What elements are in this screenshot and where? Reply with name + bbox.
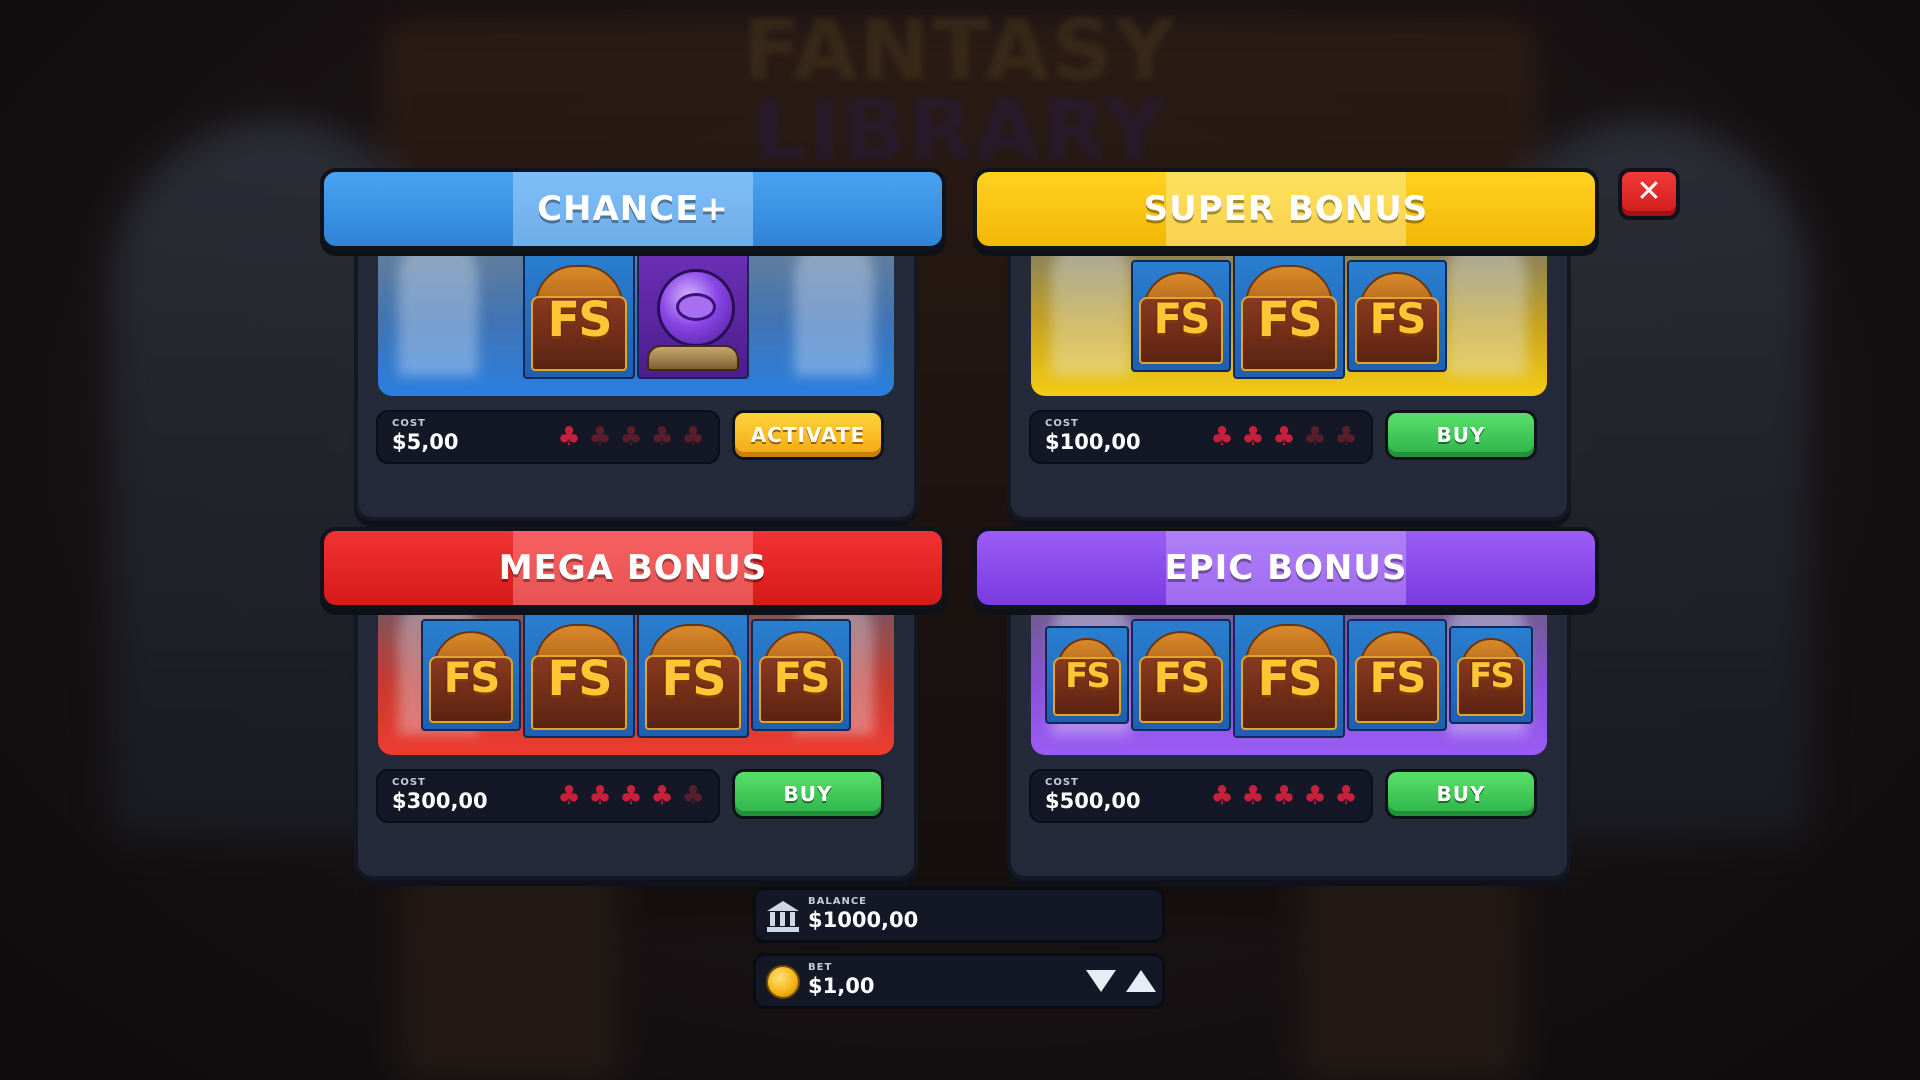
bet-label: BET xyxy=(808,962,833,973)
balance-value: $1000,00 xyxy=(808,908,919,932)
card-art: FS FS FS FS xyxy=(378,595,894,755)
clover-icon: ♣ xyxy=(557,781,581,811)
volatility-clovers: ♣ ♣ ♣ ♣ ♣ xyxy=(556,424,706,450)
fs-scatter-tile: FS xyxy=(523,253,635,379)
clover-icon: ♣ xyxy=(1241,422,1265,452)
clover-icon: ♣ xyxy=(681,781,705,811)
fs-scatter-tile: FS xyxy=(1347,619,1447,731)
card-epic-bonus: FS FS FS FS FS COST $500,00 ♣ ♣ ♣ ♣ ♣ BUY EP… xyxy=(973,527,1599,880)
cost-label: COST xyxy=(392,777,426,788)
cost-label: COST xyxy=(392,418,426,429)
fs-scatter-tile: FS xyxy=(1233,612,1345,738)
card-header: EPIC BONUS xyxy=(973,527,1599,609)
fs-scatter-tile: FS xyxy=(1449,626,1533,724)
fs-scatter-tile: FS xyxy=(1347,260,1447,372)
clover-icon: ♣ xyxy=(1303,781,1327,811)
cost-value: $500,00 xyxy=(1045,789,1141,813)
card-title: SUPER BONUS xyxy=(1143,189,1429,229)
clover-icon: ♣ xyxy=(650,781,674,811)
clover-icon: ♣ xyxy=(1210,422,1234,452)
clover-icon: ♣ xyxy=(1241,781,1265,811)
clover-icon: ♣ xyxy=(1303,422,1327,452)
volatility-clovers: ♣ ♣ ♣ ♣ ♣ xyxy=(556,783,706,809)
fs-scatter-tile: FS xyxy=(1131,260,1231,372)
card-header: MEGA BONUS xyxy=(320,527,946,609)
card-chance-plus: FS + COST $5,00 ♣♣♣♣♣ ACTIVATE CHANCE+ xyxy=(320,168,946,521)
clover-icon: ♣ xyxy=(1272,422,1296,452)
fs-scatter-tile: FS xyxy=(637,612,749,738)
clover-icon: ♣ xyxy=(650,422,674,452)
cost-value: $100,00 xyxy=(1045,430,1141,454)
activate-button[interactable]: ACTIVATE xyxy=(732,410,884,460)
fs-scatter-tile: FS xyxy=(1045,626,1129,724)
cost-box: COST $5,00 ♣ ♣ ♣ ♣ ♣ xyxy=(376,410,720,464)
fs-scatter-tile: FS xyxy=(421,619,521,731)
clover-icon: ♣ xyxy=(1210,781,1234,811)
balance-panel: BALANCE $1000,00 xyxy=(753,887,1165,943)
cost-label: COST xyxy=(1045,777,1079,788)
bet-panel: BET $1,00 xyxy=(753,953,1165,1009)
bet-increase-icon[interactable] xyxy=(1126,970,1156,992)
cost-box: COST $300,00 ♣ ♣ ♣ ♣ ♣ xyxy=(376,769,720,823)
cost-box: COST $500,00 ♣ ♣ ♣ ♣ ♣ xyxy=(1029,769,1373,823)
cost-value: $5,00 xyxy=(392,430,459,454)
bank-icon xyxy=(766,899,800,933)
close-button[interactable]: ✕ xyxy=(1618,168,1680,220)
clover-icon: ♣ xyxy=(1272,781,1296,811)
card-title: EPIC BONUS xyxy=(1164,548,1408,588)
card-title: MEGA BONUS xyxy=(498,548,768,588)
clover-icon: ♣ xyxy=(588,422,612,452)
clover-icon: ♣ xyxy=(619,781,643,811)
buy-button[interactable]: BUY xyxy=(732,769,884,819)
cost-box: COST $100,00 ♣ ♣ ♣ ♣ ♣ xyxy=(1029,410,1373,464)
cost-value: $300,00 xyxy=(392,789,488,813)
buy-button[interactable]: BUY xyxy=(1385,769,1537,819)
card-super-bonus: FS FS FS COST $100,00 ♣ ♣ ♣ ♣ ♣ BUY SUPER BO… xyxy=(973,168,1599,521)
card-body: FS + COST $5,00 ♣♣♣♣♣ ACTIVATE xyxy=(354,228,918,521)
clover-icon: ♣ xyxy=(1334,422,1358,452)
crystal-ball-tile xyxy=(637,253,749,379)
fs-scatter-tile: FS xyxy=(751,619,851,731)
cost-label: COST xyxy=(1045,418,1079,429)
clover-icon: ♣ xyxy=(557,422,581,452)
clover-icon: ♣ xyxy=(1334,781,1358,811)
balance-label: BALANCE xyxy=(808,896,868,907)
card-title: CHANCE+ xyxy=(537,189,729,229)
volatility-clovers: ♣ ♣ ♣ ♣ ♣ xyxy=(1209,783,1359,809)
card-header: CHANCE+ xyxy=(320,168,946,250)
card-body: FS FS FS FS COST $300,00 ♣ ♣ ♣ ♣ ♣ BUY xyxy=(354,587,918,880)
close-icon: ✕ xyxy=(1636,174,1662,209)
fs-scatter-tile: FS xyxy=(1233,253,1345,379)
buy-button[interactable]: BUY xyxy=(1385,410,1537,460)
card-art: FS FS FS FS FS xyxy=(1031,595,1547,755)
bet-value: $1,00 xyxy=(808,974,875,998)
coin-icon xyxy=(766,965,800,999)
card-header: SUPER BONUS xyxy=(973,168,1599,250)
card-art: FS FS FS xyxy=(1031,236,1547,396)
fs-scatter-tile: FS xyxy=(523,612,635,738)
clover-icon: ♣ xyxy=(588,781,612,811)
clover-icon: ♣ xyxy=(681,422,705,452)
card-art: FS + xyxy=(378,236,894,396)
card-body: FS FS FS COST $100,00 ♣ ♣ ♣ ♣ ♣ BUY xyxy=(1007,228,1571,521)
card-body: FS FS FS FS FS COST $500,00 ♣ ♣ ♣ ♣ ♣ BUY xyxy=(1007,587,1571,880)
bet-decrease-icon[interactable] xyxy=(1086,970,1116,992)
fs-scatter-tile: FS xyxy=(1131,619,1231,731)
volatility-clovers: ♣ ♣ ♣ ♣ ♣ xyxy=(1209,424,1359,450)
clover-icon: ♣ xyxy=(619,422,643,452)
card-mega-bonus: FS FS FS FS COST $300,00 ♣ ♣ ♣ ♣ ♣ BUY MEGA … xyxy=(320,527,946,880)
